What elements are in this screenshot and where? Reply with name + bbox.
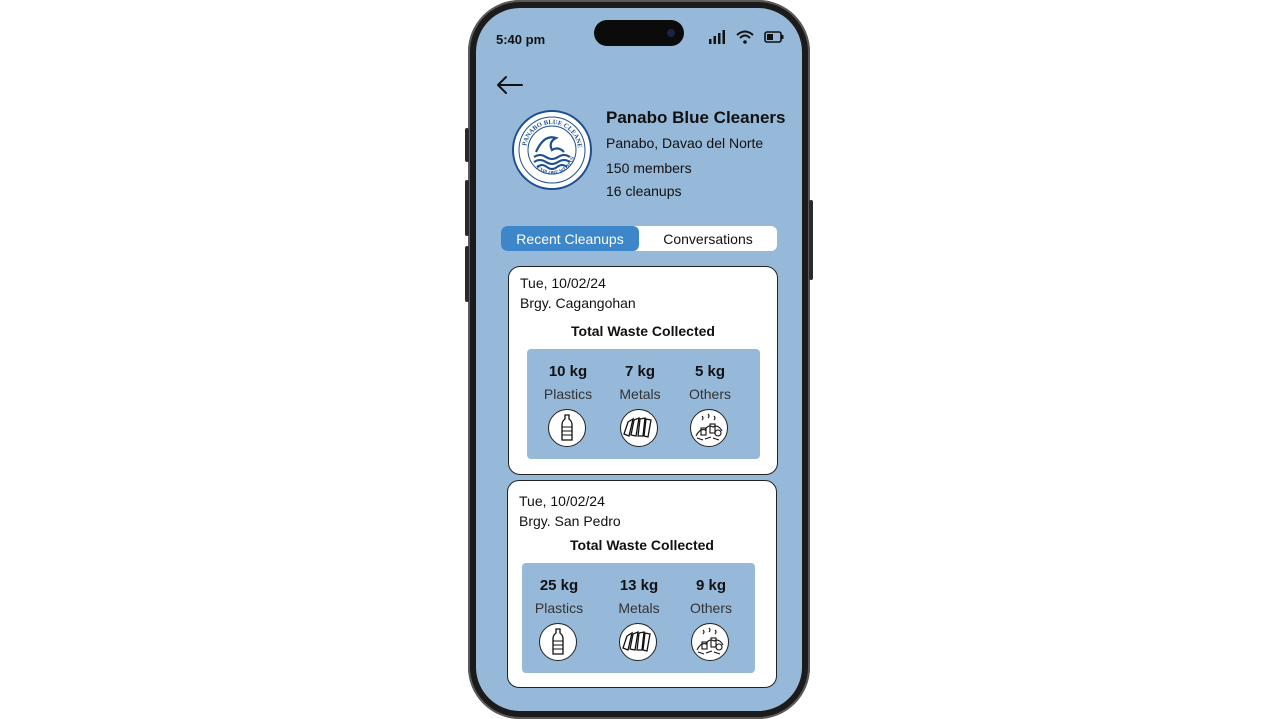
waste-label: Metals (619, 386, 661, 402)
waste-label: Plastics (543, 386, 593, 402)
metal-cans-icon (620, 409, 658, 447)
tab-recent-cleanups[interactable]: Recent Cleanups (501, 226, 639, 251)
waste-amount: 5 kg (694, 363, 725, 380)
cleanup-barangay: Brgy. Cagangohan (520, 295, 636, 311)
mixed-waste-icon (690, 409, 728, 447)
org-logo: PANABO BLUE CLEANERS EXPLORE WITH US (512, 107, 592, 190)
signal-icon (709, 30, 725, 44)
status-icons (708, 30, 784, 44)
back-arrow-icon[interactable] (494, 72, 524, 98)
org-members-count: 150 members (606, 160, 692, 176)
dynamic-island (594, 20, 684, 46)
org-location: Panabo, Davao del Norte (606, 135, 764, 151)
phone-volume-up-button (465, 180, 469, 236)
org-cleanups-count: 16 cleanups (606, 183, 682, 199)
battery-icon (764, 31, 784, 43)
wifi-icon (736, 30, 754, 44)
tab-bar: Recent Cleanups Conversations (501, 226, 777, 251)
phone-power-button (809, 200, 813, 280)
phone-side-button (465, 128, 469, 162)
waste-label: Others (689, 600, 732, 616)
waste-summary-panel: 10 kg Plastics 7 kg Metals 5 kg Others (527, 349, 760, 459)
waste-label: Metals (618, 600, 660, 616)
cleanup-card[interactable]: Tue, 10/02/24 Brgy. San Pedro Total Wast… (507, 480, 777, 688)
wave-logo-icon: PANABO BLUE CLEANERS EXPLORE WITH US (512, 107, 586, 184)
waste-label: Others (688, 386, 731, 402)
cleanup-date: Tue, 10/02/24 (520, 275, 606, 291)
waste-amount: 9 kg (695, 577, 726, 594)
status-time: 5:40 pm (496, 32, 546, 47)
waste-summary-panel: 25 kg Plastics 13 kg Metals 9 kg Others (522, 563, 755, 673)
mixed-waste-icon (691, 623, 729, 661)
waste-label: Plastics (534, 600, 584, 616)
waste-amount: 7 kg (624, 363, 655, 380)
metal-cans-icon (619, 623, 657, 661)
plastic-bottle-icon (539, 623, 577, 661)
phone-volume-down-button (465, 246, 469, 302)
cleanup-card[interactable]: Tue, 10/02/24 Brgy. Cagangohan Total Was… (508, 266, 778, 475)
waste-amount: 10 kg (548, 363, 588, 380)
plastic-bottle-icon (548, 409, 586, 447)
org-name: Panabo Blue Cleaners (606, 108, 786, 127)
total-waste-heading: Total Waste Collected (571, 323, 715, 339)
cleanup-date: Tue, 10/02/24 (519, 493, 605, 509)
waste-amount: 13 kg (619, 577, 659, 594)
waste-amount: 25 kg (539, 577, 579, 594)
total-waste-heading: Total Waste Collected (570, 537, 714, 553)
tab-conversations[interactable]: Conversations (639, 226, 777, 251)
cleanup-barangay: Brgy. San Pedro (519, 513, 621, 529)
app-screen: 5:40 pm PANABO BLUE CLEANE EXPLORE WITH … (476, 8, 802, 711)
